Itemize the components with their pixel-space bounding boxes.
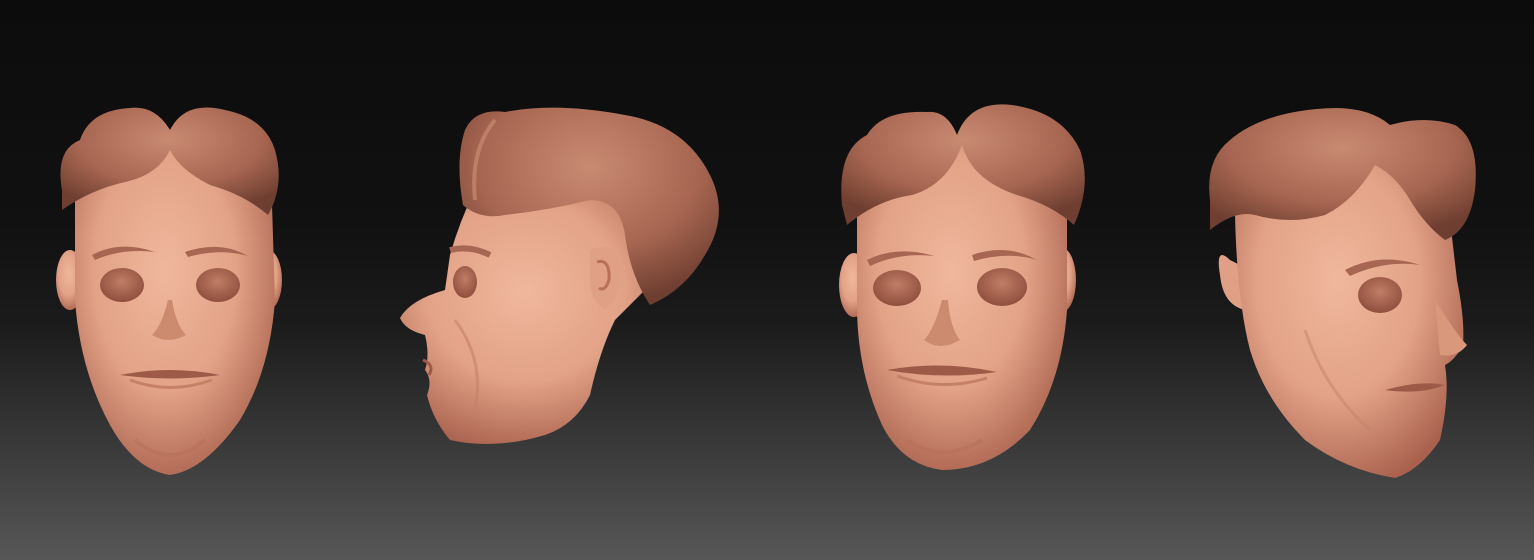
- head-front-icon: [56, 107, 282, 475]
- head-profile-left-icon: [400, 107, 719, 444]
- head-side-view[interactable]: [385, 0, 735, 560]
- head-front-icon: [839, 104, 1085, 470]
- head-three-quarter-right-icon: [1209, 108, 1476, 478]
- head-front-view-alt[interactable]: [822, 0, 1112, 560]
- head-front-view[interactable]: [40, 0, 320, 560]
- head-three-quarter-view[interactable]: [1195, 0, 1495, 560]
- sculpt-viewport[interactable]: [0, 0, 1534, 560]
